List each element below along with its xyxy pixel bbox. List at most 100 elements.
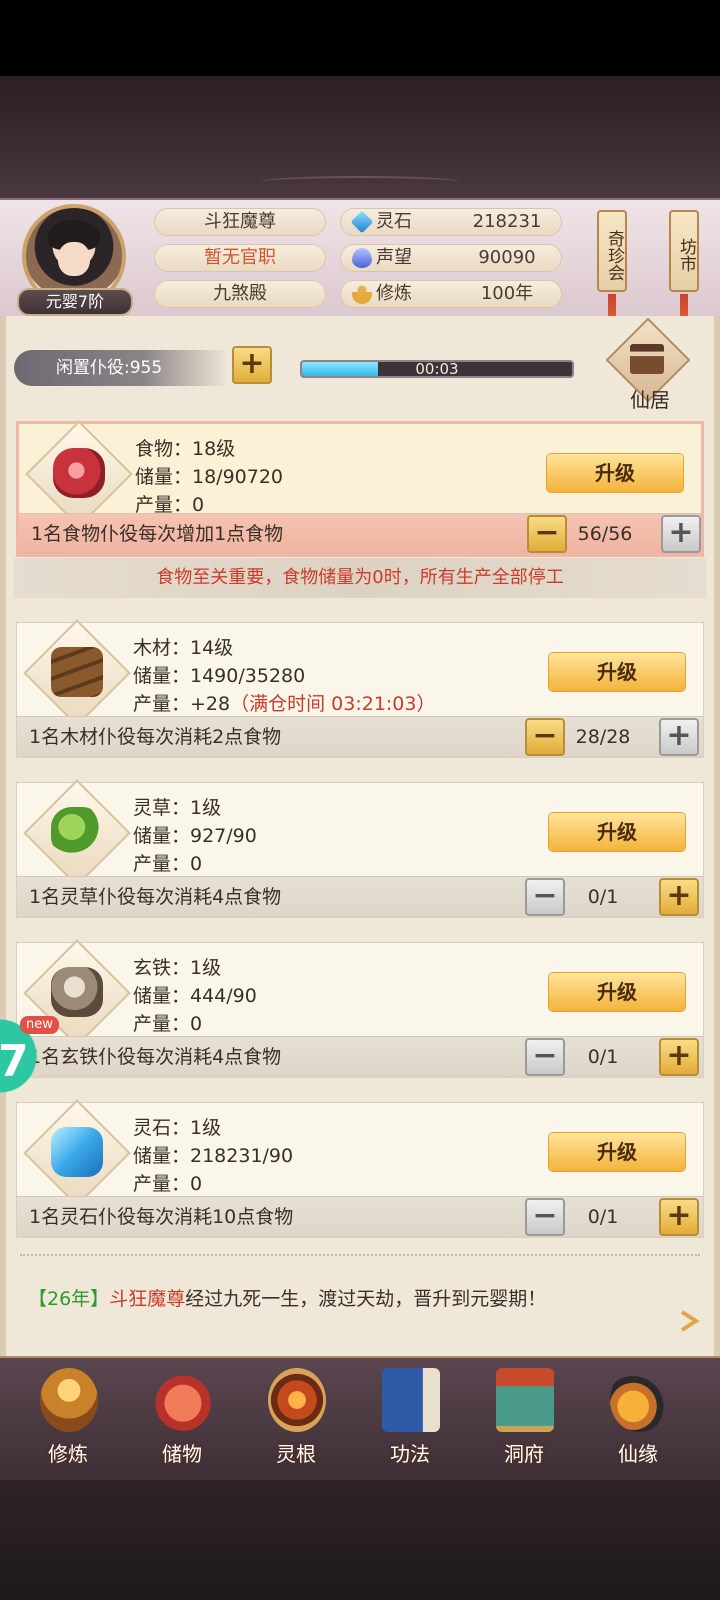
top-backdrop bbox=[0, 76, 720, 198]
upgrade-button[interactable]: 升级 bbox=[549, 653, 685, 691]
player-header: 元婴7阶 斗狂魔尊 暂无官职 九煞殿 灵石 218231 声望 90090 修炼… bbox=[0, 198, 720, 334]
next-arrow-icon[interactable] bbox=[676, 1306, 706, 1336]
worker-count: 28/28 bbox=[575, 726, 631, 748]
official-rank[interactable]: 暂无官职 bbox=[154, 244, 326, 272]
worker-row: 1名食物仆役每次增加1点食物 − 56/56 + bbox=[19, 513, 701, 554]
worker-row: 1名灵草仆役每次消耗4点食物 − 0/1 + bbox=[17, 876, 703, 917]
worker-description: 1名木材仆役每次消耗2点食物 bbox=[29, 726, 282, 748]
worker-count: 0/1 bbox=[587, 886, 619, 908]
resource-name: 灵草：1级 bbox=[133, 797, 222, 819]
spirit-stone-card: 灵石：1级 储量：218231/90 产量：0 升级 1名灵石仆役每次消耗10点… bbox=[16, 1099, 704, 1238]
cultivation-icon bbox=[40, 1368, 98, 1432]
nav-cultivation[interactable]: 修炼 bbox=[18, 1364, 118, 1474]
iron-ore-icon bbox=[51, 967, 103, 1017]
increase-worker-button[interactable]: + bbox=[661, 515, 701, 553]
resource-label: 声望 bbox=[376, 247, 412, 268]
resource-label: 修炼 bbox=[376, 283, 412, 304]
residence-label: 仙居 bbox=[630, 388, 670, 412]
fortune-gourd-icon bbox=[610, 1368, 668, 1432]
add-servant-button[interactable]: + bbox=[232, 346, 272, 384]
decrease-worker-button[interactable]: − bbox=[525, 878, 565, 916]
cave-mansion-icon bbox=[496, 1368, 554, 1432]
worker-row: 1名玄铁仆役每次消耗4点食物 − 0/1 + bbox=[17, 1036, 703, 1077]
resource-value: 100年 bbox=[480, 283, 534, 304]
nav-label: 洞府 bbox=[504, 1442, 544, 1466]
idle-servants: 闲置仆役:955 bbox=[14, 350, 228, 386]
level-badge: 元婴7阶 bbox=[17, 288, 133, 316]
iron-card: 玄铁：1级 储量：444/90 产量：0 升级 1名玄铁仆役每次消耗4点食物 −… bbox=[16, 939, 704, 1078]
prestige-resource: 声望 90090 bbox=[340, 244, 562, 272]
worker-count: 0/1 bbox=[587, 1206, 619, 1228]
resource-value: 90090 bbox=[478, 247, 536, 268]
increase-worker-button[interactable]: + bbox=[659, 1198, 699, 1236]
badge-number: 7 bbox=[0, 1036, 29, 1087]
meat-icon bbox=[53, 448, 105, 498]
decrease-worker-button[interactable]: − bbox=[525, 1198, 565, 1236]
treasure-fair-button[interactable]: 奇珍会 bbox=[597, 210, 627, 292]
increase-worker-button[interactable]: + bbox=[659, 1038, 699, 1076]
prestige-icon bbox=[352, 248, 372, 268]
full-time: （满仓时间 03:21:03） bbox=[230, 693, 436, 715]
resource-name: 灵石：1级 bbox=[133, 1117, 222, 1139]
resource-storage: 储量：1490/35280 bbox=[133, 665, 306, 687]
upgrade-button[interactable]: 升级 bbox=[547, 454, 683, 492]
nav-cave-mansion[interactable]: 洞府 bbox=[474, 1364, 574, 1474]
technique-book-icon bbox=[382, 1368, 440, 1432]
nav-label: 修炼 bbox=[48, 1442, 88, 1466]
worker-description: 1名食物仆役每次增加1点食物 bbox=[31, 523, 284, 545]
nav-spirit-root[interactable]: 灵根 bbox=[246, 1364, 346, 1474]
resource-storage: 储量：18/90720 bbox=[135, 466, 284, 488]
nav-fortune[interactable]: 仙缘 bbox=[588, 1364, 688, 1474]
output-value: 产量：+28 bbox=[133, 693, 231, 715]
nav-storage[interactable]: 储物 bbox=[132, 1364, 232, 1474]
herb-leaf-icon bbox=[51, 807, 103, 857]
bottom-nav: 修炼 储物 灵根 功法 洞府 仙缘 bbox=[0, 1356, 720, 1482]
upgrade-button[interactable]: 升级 bbox=[549, 973, 685, 1011]
spirit-root-icon bbox=[268, 1368, 326, 1432]
bottom-backdrop bbox=[0, 1480, 720, 1600]
resource-name: 食物：18级 bbox=[135, 438, 236, 460]
resource-output: 产量：0 bbox=[133, 853, 203, 875]
divider bbox=[20, 1254, 700, 1260]
worker-count: 0/1 bbox=[587, 1046, 619, 1068]
log-year: 【26年】 bbox=[28, 1288, 110, 1310]
worker-count: 56/56 bbox=[577, 523, 633, 545]
resource-name: 木材：14级 bbox=[133, 637, 234, 659]
progress-timer: 00:03 bbox=[415, 360, 459, 378]
avatar-face bbox=[58, 242, 90, 276]
meditation-icon bbox=[352, 284, 372, 304]
resource-output: 产量：+28（满仓时间 03:21:03） bbox=[133, 689, 435, 716]
sect-name[interactable]: 九煞殿 bbox=[154, 280, 326, 308]
spirit-stone-crystal-icon bbox=[51, 1127, 103, 1177]
nav-label: 功法 bbox=[390, 1442, 430, 1466]
log-text: 经过九死一生，渡过天劫，晋升到元婴期！ bbox=[185, 1288, 547, 1310]
ornament bbox=[260, 176, 460, 188]
decrease-worker-button[interactable]: − bbox=[525, 1038, 565, 1076]
resource-output: 产量：0 bbox=[133, 1173, 203, 1195]
resource-storage: 储量：218231/90 bbox=[133, 1145, 294, 1167]
increase-worker-button[interactable]: + bbox=[659, 718, 699, 756]
market-button[interactable]: 坊市 bbox=[669, 210, 699, 292]
log-player-name: 斗狂魔尊 bbox=[109, 1288, 186, 1310]
residence-icon bbox=[630, 344, 664, 374]
resource-value: 218231 bbox=[472, 211, 542, 232]
food-warning: 食物至关重要，食物储量为0时，所有生产全部停工 bbox=[14, 558, 706, 598]
worker-row: 1名灵石仆役每次消耗10点食物 − 0/1 + bbox=[17, 1196, 703, 1237]
activity-badge[interactable]: new 7 bbox=[0, 1012, 59, 1100]
new-tag: new bbox=[20, 1016, 59, 1034]
spirit-stone-resource: 灵石 218231 bbox=[340, 208, 562, 236]
storage-bag-icon bbox=[154, 1368, 212, 1432]
increase-worker-button[interactable]: + bbox=[659, 878, 699, 916]
decrease-worker-button[interactable]: − bbox=[527, 515, 567, 553]
upgrade-button[interactable]: 升级 bbox=[549, 813, 685, 851]
cultivation-resource: 修炼 100年 bbox=[340, 280, 562, 308]
resource-storage: 储量：444/90 bbox=[133, 985, 257, 1007]
nav-label: 储物 bbox=[162, 1442, 202, 1466]
decrease-worker-button[interactable]: − bbox=[525, 718, 565, 756]
residence-button[interactable]: 仙居 bbox=[605, 317, 692, 414]
nav-technique[interactable]: 功法 bbox=[360, 1364, 460, 1474]
resource-output: 产量：0 bbox=[133, 1013, 203, 1035]
spirit-stone-icon bbox=[350, 210, 374, 234]
upgrade-button[interactable]: 升级 bbox=[549, 1133, 685, 1171]
nav-label: 灵根 bbox=[276, 1442, 316, 1466]
